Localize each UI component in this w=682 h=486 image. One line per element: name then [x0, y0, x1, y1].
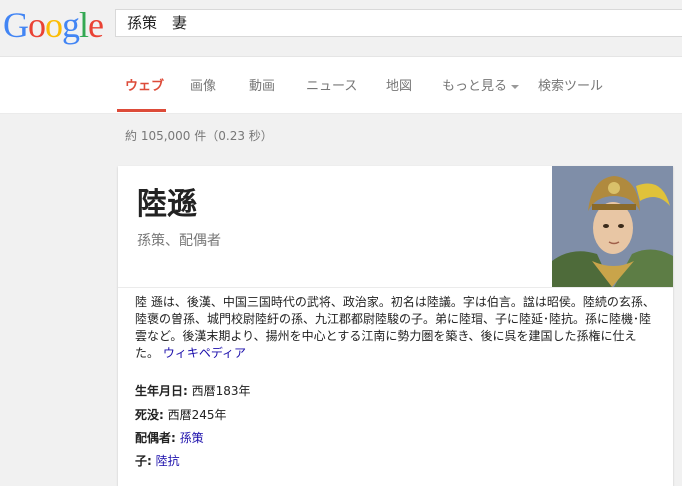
kp-subtitle: 孫策、配偶者	[137, 233, 221, 249]
fact-death: 死没: 西暦245年	[135, 406, 227, 423]
result-stats: 約 105,000 件（0.23 秒）	[125, 129, 273, 143]
tab-more-label: もっと見る	[442, 79, 508, 94]
fact-label: 死没:	[135, 408, 164, 422]
fact-label: 配偶者:	[135, 431, 176, 445]
fact-value: 西暦183年	[191, 384, 251, 398]
top-bar: Google 孫策 妻	[0, 0, 682, 57]
search-query: 孫策 妻	[127, 14, 188, 32]
source-link[interactable]: ウィキペディア	[163, 346, 246, 360]
fact-label: 生年月日:	[135, 384, 188, 398]
kp-description: 陸 遜は、後漢、中国三国時代の武将、政治家。初名は陸議。字は伯言。諡は昭侯。陸続…	[135, 294, 655, 362]
kp-title: 陸遜	[137, 187, 197, 222]
tab-more[interactable]: もっと見る	[442, 75, 520, 94]
tab-maps[interactable]: 地図	[386, 75, 412, 94]
logo-letter: G	[3, 5, 29, 45]
tab-news[interactable]: ニュース	[306, 75, 357, 94]
active-tab-indicator	[117, 109, 166, 112]
google-logo[interactable]: Google	[3, 4, 104, 46]
logo-letter: e	[88, 5, 104, 45]
fact-link[interactable]: 陸抗	[156, 454, 180, 468]
search-input[interactable]: 孫策 妻	[115, 9, 682, 37]
divider	[118, 287, 673, 288]
chevron-down-icon	[511, 84, 520, 89]
knowledge-panel: 陸遜 孫策、配偶者 陸 遜は、後漢、中国三国時代の武将、政治家。初名は陸議。字は…	[118, 166, 673, 486]
logo-letter: o	[45, 5, 63, 45]
tab-videos[interactable]: 動画	[249, 75, 275, 94]
fact-child: 子: 陸抗	[135, 452, 180, 469]
fact-label: 子:	[135, 454, 152, 468]
fact-link[interactable]: 孫策	[180, 431, 204, 445]
fact-birth: 生年月日: 西暦183年	[135, 382, 251, 399]
search-tabs: ウェブ 画像 動画 ニュース 地図 もっと見る 検索ツール	[0, 57, 682, 114]
tab-search-tools[interactable]: 検索ツール	[538, 75, 603, 94]
tab-web[interactable]: ウェブ	[125, 75, 164, 94]
fact-spouse: 配偶者: 孫策	[135, 429, 204, 446]
portrait-illustration	[552, 166, 673, 287]
fact-value: 西暦245年	[167, 408, 227, 422]
portrait-image[interactable]	[552, 166, 673, 287]
tab-images[interactable]: 画像	[190, 75, 216, 94]
logo-letter: g	[62, 5, 80, 45]
logo-letter: o	[28, 5, 46, 45]
logo-letter: l	[79, 5, 89, 45]
